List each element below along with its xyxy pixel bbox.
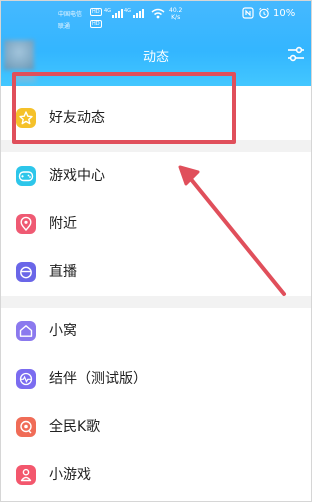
location-icon: [16, 214, 36, 234]
highlight-box: [12, 72, 236, 144]
menu-item-label: 游戏中心: [49, 168, 105, 184]
settings-sliders-icon[interactable]: [287, 46, 305, 62]
gamepad-icon: [16, 166, 36, 186]
menu-item-game-center[interactable]: 游戏中心: [0, 156, 312, 196]
alarm-icon: [259, 7, 269, 19]
carrier-top: 中国电信: [58, 11, 83, 18]
menu-item-nest[interactable]: 小窝: [0, 311, 312, 351]
wifi-icon: [151, 8, 165, 19]
menu-item-label: 小游戏: [49, 467, 91, 483]
network-tag-1: 4G: [104, 8, 112, 14]
menu-item-mini-games[interactable]: 小游戏: [0, 455, 312, 495]
menu-item-nearby[interactable]: 附近: [0, 204, 312, 244]
menu-item-live[interactable]: 直播: [0, 252, 312, 292]
network-speed: 40.2 K/s: [169, 7, 182, 21]
menu-item-karaoke[interactable]: 全民K歌: [0, 407, 312, 447]
karaoke-icon: [16, 417, 36, 437]
section-divider: [0, 296, 312, 308]
menu-item-label: 全民K歌: [49, 419, 101, 435]
status-bar: 中国电信 HD 联通 HD 4G 4G 40.2 K/s 10%: [0, 0, 312, 32]
menu-item-label: 附近: [49, 216, 77, 232]
battery-percent: 10%: [273, 8, 296, 19]
menu-item-label: 直播: [49, 264, 77, 280]
menu-item-label: 小窝: [49, 323, 77, 339]
speed-unit: K/s: [171, 14, 181, 21]
home-icon: [16, 321, 36, 341]
menu-item-partner[interactable]: 结伴（测试版）: [0, 359, 312, 399]
network-tag-2: 4G: [124, 8, 132, 14]
signal-icon: [112, 9, 123, 18]
menu-item-label: 结伴（测试版）: [49, 371, 147, 387]
partner-icon: [16, 369, 36, 389]
nfc-icon: [242, 7, 254, 19]
carrier-bottom: 联通: [58, 23, 71, 30]
minigame-icon: [16, 465, 36, 485]
signal-icon: [133, 9, 144, 18]
live-icon: [16, 262, 36, 282]
speed-value: 40.2: [169, 7, 183, 14]
hd-badge-bottom: HD: [90, 20, 102, 28]
page-title: 动态: [142, 50, 169, 65]
hd-badge-top: HD: [90, 8, 102, 16]
